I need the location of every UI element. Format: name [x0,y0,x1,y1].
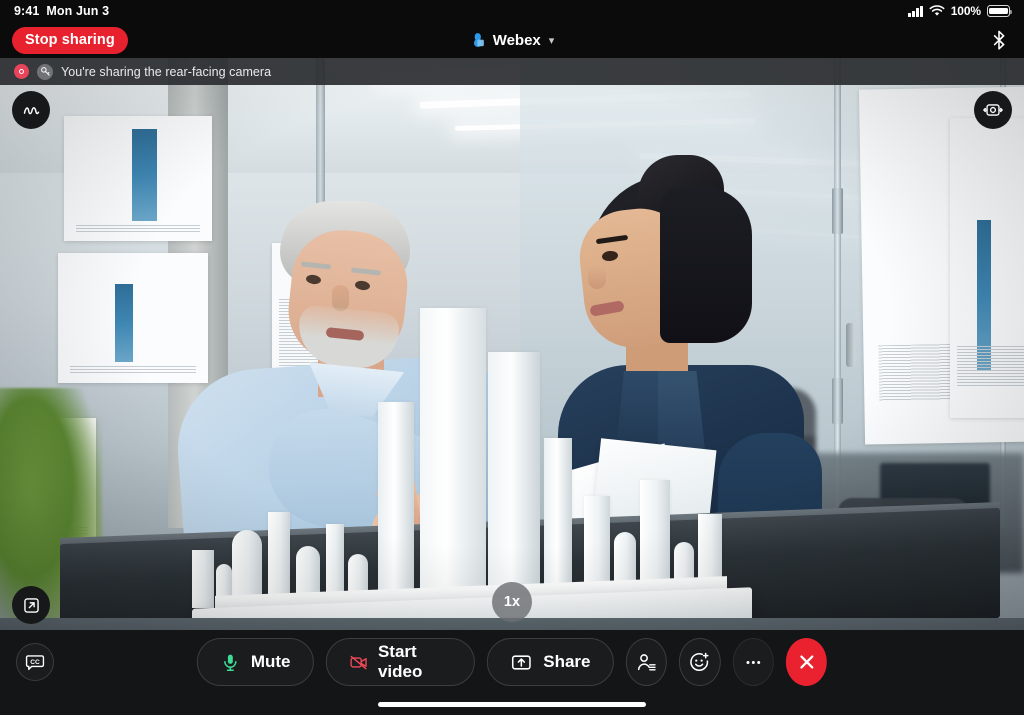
status-bar: 9:41 Mon Jun 3 100% [0,0,1024,22]
meeting-toolbar: CC Mute Start video Share [0,630,1024,715]
zoom-level-button[interactable]: 1x [492,582,532,622]
closed-captions-button[interactable]: CC [16,643,54,681]
battery-full-icon [987,5,1013,17]
more-options-button[interactable] [732,638,774,686]
reactions-smiley-icon [690,652,709,671]
home-indicator [378,702,646,707]
switch-camera-icon [983,104,1003,116]
mute-button[interactable]: Mute [196,638,314,686]
rear-camera-video [0,58,1024,630]
camera-off-icon [350,655,367,669]
chevron-down-icon: ▾ [548,34,555,47]
app-title-label: Webex [492,31,541,49]
wifi-icon [929,5,945,16]
participants-button[interactable] [625,638,667,686]
toolbar-main-controls: Mute Start video Share [196,638,828,686]
expand-view-button[interactable] [12,586,50,624]
mute-button-label: Mute [250,652,291,671]
svg-text:CC: CC [30,659,40,666]
sharing-status-banner: You're sharing the rear-facing camera [0,58,1024,85]
annotate-pen-icon [23,106,39,114]
signal-bars-icon [908,5,923,17]
reactions-button[interactable] [678,638,721,686]
end-call-button[interactable] [785,638,828,686]
end-call-x-icon [799,655,814,669]
recording-indicator-icon [14,64,29,79]
status-bar-right: 100% [908,4,1013,18]
start-video-button[interactable]: Start video [325,638,476,686]
closed-captions-icon: CC [25,655,45,671]
bluetooth-icon [993,30,1005,50]
more-ellipsis-icon [746,660,761,664]
stop-sharing-button[interactable]: Stop sharing [12,27,128,54]
expand-popout-icon [23,597,39,613]
key-icon [37,63,53,80]
switch-camera-button[interactable] [974,91,1012,129]
microphone-icon [224,654,237,671]
status-bar-left: 9:41 Mon Jun 3 [14,4,109,18]
status-date: Mon Jun 3 [46,4,110,18]
app-title-menu[interactable]: Webex ▾ [470,22,555,58]
annotate-button[interactable] [12,91,50,129]
architectural-model [192,288,752,608]
share-upload-icon [512,654,532,670]
status-time: 9:41 [14,4,40,18]
webex-logo-icon [473,33,484,47]
share-button[interactable]: Share [487,638,614,686]
start-video-button-label: Start video [377,642,423,681]
ipad-webex-sharing-screen: 9:41 Mon Jun 3 100% Stop sharing Webex ▾ [0,0,1024,715]
sharing-status-text: You're sharing the rear-facing camera [61,64,272,79]
share-button-label: Share [543,652,591,671]
nav-row: Stop sharing Webex ▾ [0,22,1024,58]
shared-camera-stage[interactable]: You're sharing the rear-facing camera 1x [0,58,1024,630]
battery-percent-label: 100% [950,4,981,18]
participants-icon [637,653,656,671]
